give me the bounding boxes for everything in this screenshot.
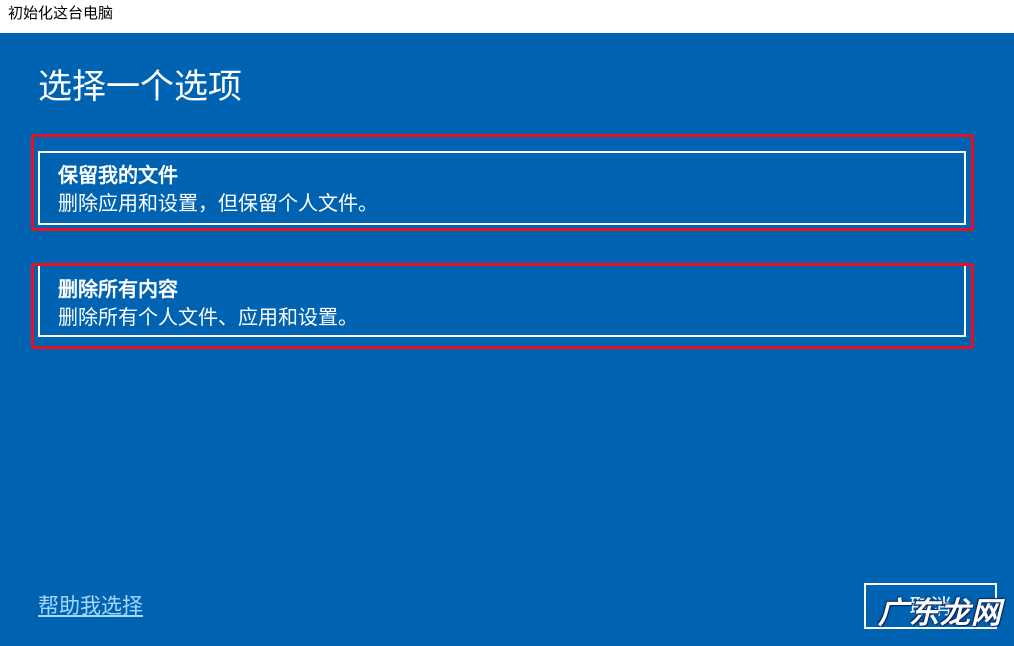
reset-dialog: 选择一个选项 保留我的文件 删除应用和设置，但保留个人文件。 删除所有内容 删除… — [0, 33, 1014, 646]
page-heading: 选择一个选项 — [38, 67, 242, 107]
option-description: 删除应用和设置，但保留个人文件。 — [58, 191, 378, 215]
option-keep-my-files[interactable]: 保留我的文件 删除应用和设置，但保留个人文件。 — [38, 151, 966, 225]
option-description: 删除所有个人文件、应用和设置。 — [58, 305, 358, 329]
option-remove-everything[interactable]: 删除所有内容 删除所有个人文件、应用和设置。 — [38, 263, 966, 337]
option-title: 保留我的文件 — [58, 163, 178, 187]
window-title: 初始化这台电脑 — [8, 4, 114, 22]
help-me-choose-link[interactable]: 帮助我选择 — [38, 593, 143, 619]
cancel-button[interactable]: 取消 — [864, 583, 997, 629]
option-title: 删除所有内容 — [58, 277, 178, 301]
title-bar: 初始化这台电脑 — [0, 0, 1014, 33]
